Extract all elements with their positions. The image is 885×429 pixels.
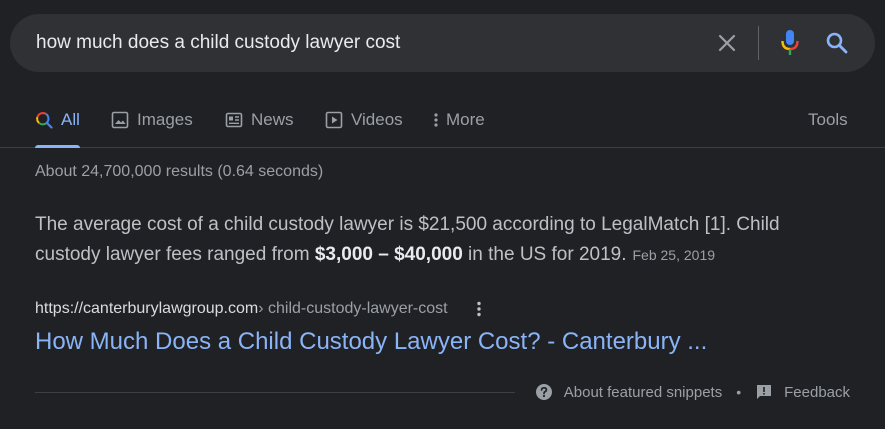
snippet-footer: About featured snippets • Feedback [535,380,850,404]
tab-label: Images [137,110,193,129]
clear-button[interactable] [712,28,742,58]
search-button[interactable] [821,27,853,59]
snippet-highlight: $3,000 – $40,000 [314,244,463,265]
search-icon [35,111,53,129]
tab-all[interactable]: All [35,100,80,148]
feedback-icon [755,383,773,401]
close-icon [718,34,736,52]
result-domain: https://canterburylawgroup.com [35,300,259,317]
microphone-icon [781,30,799,55]
footer-separator: • [736,384,742,400]
image-icon [111,111,129,129]
about-featured-snippets-link[interactable]: About featured snippets [535,383,722,401]
result-stats: About 24,700,000 results (0.64 seconds) [35,163,324,180]
snippet-text-end: in the US for 2019. [462,244,627,265]
search-tabs: All Images News Videos More Tools [0,100,885,148]
result-options-button[interactable] [470,298,488,320]
tab-images[interactable]: Images [111,100,193,147]
result-breadcrumb: › child-custody-lawyer-cost [258,300,448,317]
tab-news[interactable]: News [225,100,294,147]
feedback-label: Feedback [784,383,850,401]
tab-label: More [446,110,485,129]
tools-label: Tools [808,110,848,129]
tab-videos[interactable]: Videos [325,100,403,147]
search-bar [10,14,875,72]
tab-more[interactable]: More [432,100,485,147]
about-featured-snippets-label: About featured snippets [563,383,723,401]
tools-button[interactable]: Tools [808,100,848,147]
search-icon [826,32,848,54]
play-icon [325,111,343,129]
more-vert-icon [476,301,481,317]
search-input[interactable] [36,14,696,72]
feedback-link[interactable]: Feedback [755,383,850,401]
snippet-divider [35,392,515,393]
result-title-link[interactable]: How Much Does a Child Custody Lawyer Cos… [35,328,707,356]
tab-label: News [251,110,294,129]
more-vert-icon [432,111,440,129]
search-results-page: All Images News [0,0,885,429]
news-icon [225,111,243,129]
help-icon [535,383,553,401]
result-citation: https://canterburylawgroup.com › child-c… [35,297,488,321]
tab-label: All [61,110,80,129]
snippet-date: Feb 25, 2019 [632,247,716,263]
featured-snippet: The average cost of a child custody lawy… [35,210,835,270]
voice-search-button[interactable] [774,27,806,59]
tab-label: Videos [351,110,403,129]
searchbar-divider [758,26,759,60]
